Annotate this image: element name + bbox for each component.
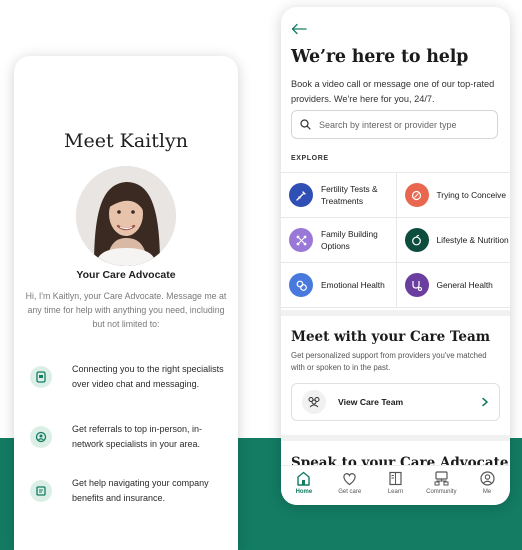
advocate-intro: Hi, I'm Kaitlyn, your Care Advocate. Mes… <box>25 291 227 329</box>
community-icon <box>434 471 449 486</box>
explore-label: EXPLORE <box>291 155 329 162</box>
meet-title: Meet Kaitlyn <box>64 130 188 152</box>
stethoscope-icon <box>404 273 429 297</box>
feature-item: Get referrals to top in-person, in-netwo… <box>30 422 230 452</box>
get-help-screen: We’re here to help Book a video call or … <box>281 7 510 505</box>
feature-item: Connecting you to the right specialists … <box>30 362 230 392</box>
speak-to-advocate-title: Speak to your Care Advocate <box>291 455 509 465</box>
back-arrow-icon[interactable] <box>291 23 307 35</box>
egg-icon <box>404 183 429 207</box>
category-family-building[interactable]: Family Building Options <box>281 218 396 262</box>
tab-learn[interactable]: Learn <box>373 466 419 505</box>
category-general-health[interactable]: General Health <box>395 263 511 307</box>
category-fertility-tests[interactable]: Fertility Tests & Treatments <box>281 173 396 217</box>
profile-icon <box>479 471 495 486</box>
tab-community[interactable]: Community <box>418 466 464 505</box>
benefits-icon <box>30 480 52 502</box>
home-icon <box>297 471 311 486</box>
explore-grid: Fertility Tests & Treatments Trying to C… <box>281 172 510 308</box>
book-icon <box>389 471 402 486</box>
family-icon <box>289 228 313 252</box>
care-team-title: Meet with your Care Team <box>291 329 491 345</box>
tab-me[interactable]: Me <box>464 466 510 505</box>
page-subtitle: Book a video call or message one of our … <box>291 79 495 104</box>
care-team-icon <box>302 390 326 414</box>
video-chat-icon <box>30 366 52 388</box>
view-care-team-button[interactable]: View Care Team <box>291 383 500 421</box>
heart-icon <box>343 473 356 486</box>
tab-get-care[interactable]: Get care <box>327 466 373 505</box>
care-team-subtitle: Get personalized support from providers … <box>291 351 487 372</box>
bottom-tab-bar: Home Get care Learn Community Me <box>281 465 510 505</box>
chevron-right-icon <box>482 397 489 407</box>
search-input[interactable] <box>319 119 489 130</box>
referral-icon <box>30 426 52 448</box>
category-trying-to-conceive[interactable]: Trying to Conceive <box>395 173 511 217</box>
nutrition-icon <box>404 228 429 252</box>
section-divider <box>281 435 510 441</box>
page-title: We’re here to help <box>291 47 469 67</box>
emotional-icon <box>289 273 313 297</box>
care-advocate-screen: Meet Kaitlyn Your Care Advocate Hi, I'm … <box>14 56 238 550</box>
category-lifestyle-nutrition[interactable]: Lifestyle & Nutrition <box>395 218 511 262</box>
category-emotional-health[interactable]: Emotional Health <box>281 263 396 307</box>
tab-home[interactable]: Home <box>281 466 327 505</box>
feature-item: Get help navigating your company benefit… <box>30 476 230 506</box>
search-icon <box>300 119 311 130</box>
advocate-avatar <box>76 166 176 266</box>
advocate-role: Your Care Advocate <box>76 269 176 281</box>
search-box[interactable] <box>291 110 498 139</box>
syringe-icon <box>289 183 313 207</box>
section-divider <box>281 310 510 316</box>
